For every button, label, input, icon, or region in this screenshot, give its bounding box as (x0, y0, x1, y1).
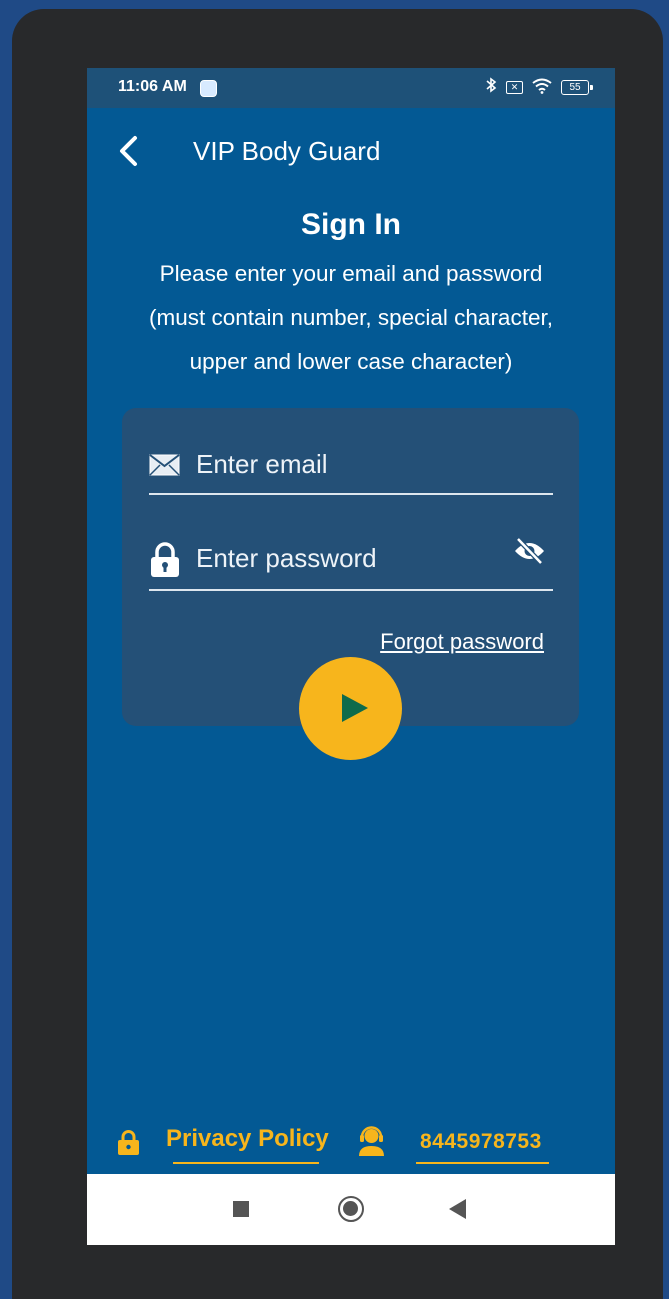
privacy-underline (173, 1162, 319, 1164)
wifi-icon (532, 78, 552, 98)
system-nav-bar (87, 1174, 615, 1245)
mail-icon (149, 454, 180, 476)
forgot-password-link[interactable]: Forgot password (380, 629, 544, 655)
email-underline (149, 493, 553, 495)
instruction-line: upper and lower case character) (189, 349, 513, 374)
bluetooth-icon (485, 77, 497, 98)
support-agent-icon (359, 1126, 384, 1156)
password-underline (149, 589, 553, 591)
support-phone-link[interactable]: 8445978753 (420, 1130, 542, 1154)
page-title: Sign In (301, 208, 401, 241)
status-bar: 11:06 AM ✕ 55 (87, 68, 615, 108)
chevron-left-icon[interactable] (117, 134, 141, 168)
phone-underline (416, 1162, 549, 1164)
app-title: VIP Body Guard (193, 136, 381, 166)
privacy-policy-link[interactable]: Privacy Policy (166, 1125, 329, 1153)
home-icon[interactable] (338, 1196, 364, 1222)
lock-icon (151, 542, 179, 577)
instructions: Please enter your email and password (mu… (87, 252, 615, 384)
password-field[interactable] (196, 540, 496, 576)
email-field[interactable] (196, 446, 496, 482)
app-notification-icon (200, 80, 217, 97)
instruction-line: Please enter your email and password (159, 261, 543, 286)
status-time: 11:06 AM (118, 78, 187, 95)
status-icons: ✕ 55 (485, 77, 593, 98)
footer: Privacy Policy 8445978753 (87, 1120, 615, 1166)
instruction-line: (must contain number, special character, (149, 305, 553, 330)
lock-icon (118, 1130, 139, 1155)
eye-off-icon[interactable] (513, 536, 546, 566)
submit-button[interactable] (299, 657, 402, 760)
battery-icon: 55 (561, 80, 593, 95)
no-sim-icon: ✕ (506, 81, 523, 94)
play-icon (342, 694, 368, 722)
recents-icon[interactable] (233, 1201, 249, 1217)
nav-back-icon[interactable] (449, 1199, 466, 1219)
app-screen: 11:06 AM ✕ 55 VIP Body Guard Sign In Ple… (87, 68, 615, 1245)
